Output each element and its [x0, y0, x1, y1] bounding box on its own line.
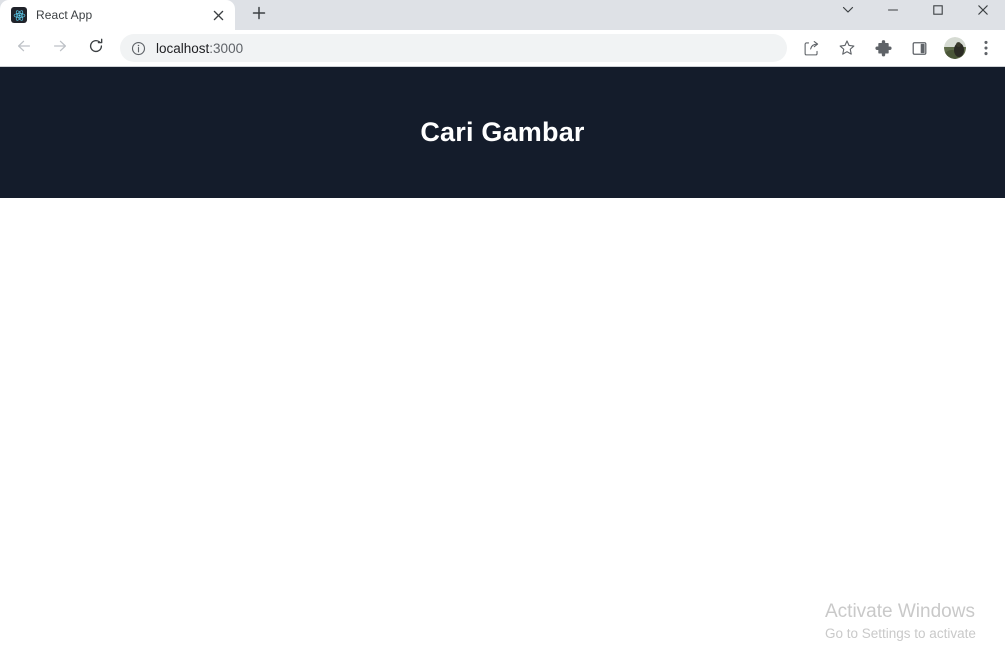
- tab-title: React App: [36, 8, 93, 22]
- app-header: Cari Gambar: [0, 67, 1005, 198]
- url-port: :3000: [209, 40, 244, 56]
- new-tab-button[interactable]: [245, 1, 273, 29]
- info-circle-icon[interactable]: [130, 40, 146, 56]
- reload-button[interactable]: [82, 34, 110, 62]
- minimize-button[interactable]: [870, 0, 915, 25]
- watermark-title: Activate Windows: [825, 601, 975, 622]
- page-title: Cari Gambar: [420, 117, 585, 147]
- close-window-button[interactable]: [960, 0, 1005, 25]
- app-body: [0, 198, 1005, 650]
- back-button[interactable]: [10, 34, 38, 62]
- watermark-subtitle: Go to Settings to activate: [825, 626, 976, 641]
- toolbar-actions: [793, 34, 999, 62]
- window-controls: [825, 0, 1005, 25]
- reload-icon: [87, 37, 105, 60]
- url-host: localhost: [156, 40, 210, 56]
- tab-search-button[interactable]: [825, 0, 870, 25]
- close-icon[interactable]: [209, 6, 227, 24]
- share-icon[interactable]: [797, 34, 825, 62]
- page-viewport: Cari Gambar Activate Windows Go to Setti…: [0, 67, 1005, 650]
- extensions-puzzle-icon[interactable]: [869, 34, 897, 62]
- browser-window: React App localhost:3000 Cari Gambar Act…: [0, 0, 1005, 650]
- forward-button[interactable]: [46, 34, 74, 62]
- url-text: localhost:3000: [156, 41, 243, 56]
- arrow-left-icon: [15, 37, 33, 60]
- react-logo-icon: [11, 7, 27, 23]
- side-panel-icon[interactable]: [905, 34, 933, 62]
- tab-strip: React App: [0, 0, 1005, 30]
- bookmark-star-icon[interactable]: [833, 34, 861, 62]
- plus-icon: [252, 6, 266, 25]
- browser-tab-react-app[interactable]: React App: [0, 0, 235, 30]
- browser-toolbar: localhost:3000: [0, 30, 1005, 66]
- three-dot-menu-icon[interactable]: [975, 34, 997, 62]
- windows-activation-watermark: Activate Windows Go to Settings to activ…: [825, 600, 1005, 644]
- profile-avatar[interactable]: [944, 37, 966, 59]
- arrow-right-icon: [51, 37, 69, 60]
- maximize-button[interactable]: [915, 0, 960, 25]
- address-bar[interactable]: localhost:3000: [120, 34, 787, 62]
